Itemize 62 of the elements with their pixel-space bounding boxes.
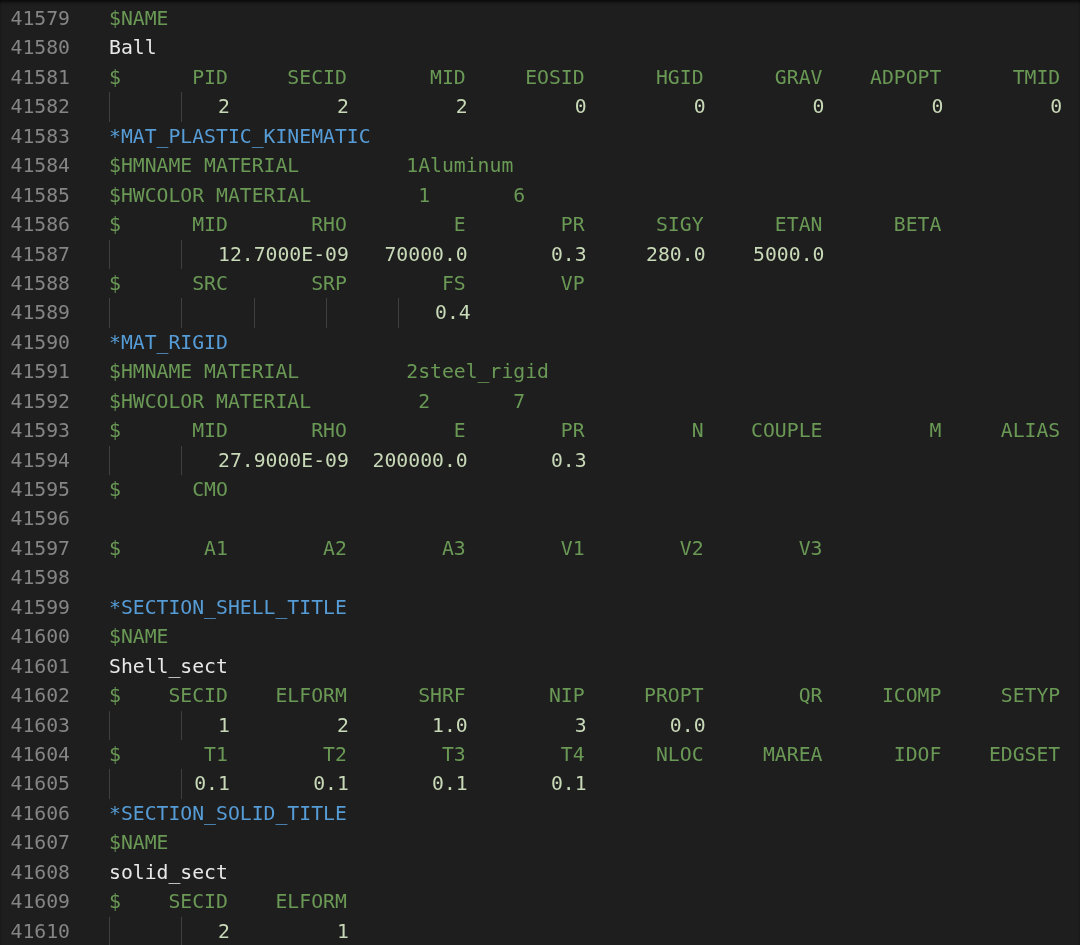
code-text: solid_sect (109, 859, 228, 886)
line-number: 41596 (9, 506, 70, 533)
code-comment: $ SECID ELFORM SHRF NIP PROPT QR ICOMP SETYP (109, 683, 1061, 710)
line-number: 41588 (9, 270, 70, 297)
code-comment: $HMNAME MATERIAL 2steel_rigid (109, 359, 549, 386)
code-values: 0.1 0.1 0.1 0.1 (194, 771, 587, 798)
line-number: 41591 (9, 359, 70, 386)
code-comment: $HWCOLOR MATERIAL 1 6 (109, 182, 526, 209)
code-comment: $ SRC SRP FS VP (109, 270, 585, 297)
code-values: 0.4 (435, 300, 471, 327)
line-number: 41582 (9, 94, 70, 121)
line-number: 41587 (9, 241, 70, 268)
line-number: 41609 (9, 889, 70, 916)
line-number: 41589 (9, 300, 70, 327)
code-keyword: *SECTION_SHELL_TITLE (109, 594, 347, 621)
line-number: 41594 (9, 447, 70, 474)
code-comment: $NAME (109, 830, 169, 857)
line-number: 41598 (9, 565, 70, 592)
code-comment: $HMNAME MATERIAL 1Aluminum (109, 153, 514, 180)
line-number: 41600 (9, 624, 70, 651)
line-number: 41606 (9, 800, 70, 827)
code-keyword: *MAT_RIGID (109, 329, 228, 356)
line-number: 41590 (9, 329, 70, 356)
code-comment: $ SECID ELFORM (109, 889, 347, 916)
line-number: 41608 (9, 859, 70, 886)
line-number: 41604 (9, 741, 70, 768)
line-number: 41603 (9, 712, 70, 739)
code-comment: $ MID RHO E PR SIGY ETAN BETA (109, 212, 942, 239)
line-number: 41607 (9, 830, 70, 857)
line-number: 41584 (9, 153, 70, 180)
code-keyword: *SECTION_SOLID_TITLE (109, 800, 347, 827)
code-comment: $ A1 A2 A3 V1 V2 V3 (109, 535, 823, 562)
line-number: 41599 (9, 594, 70, 621)
code-values: 27.9000E-09 200000.0 0.3 (218, 447, 587, 474)
code-comment: $NAME (109, 624, 169, 651)
line-number: 41585 (9, 182, 70, 209)
code-comment: $ MID RHO E PR N COUPLE M ALIAS (109, 418, 1061, 445)
code-comment: $NAME (109, 6, 169, 32)
line-number: 41597 (9, 535, 70, 562)
code-keyword: *MAT_PLASTIC_KINEMATIC (109, 123, 371, 150)
line-number: 41595 (9, 477, 70, 503)
code-values: 2 1 (218, 918, 349, 945)
line-number: 41583 (9, 123, 70, 150)
code-comment: $ PID SECID MID EOSID HGID GRAV ADPOPT TMID (109, 64, 1061, 91)
line-number: 41605 (9, 771, 70, 798)
code-values: 2 2 2 0 0 0 0 0 (218, 94, 1063, 121)
line-number: 41602 (9, 683, 70, 710)
line-number: 41586 (9, 212, 70, 239)
code-comment: $ T1 T2 T3 T4 NLOC MAREA IDOF EDGSET (109, 741, 1061, 768)
line-number: 41579 (9, 6, 70, 32)
code-values: 1 2 1.0 3 0.0 (218, 712, 706, 739)
line-number: 41581 (9, 64, 70, 91)
line-number: 41580 (9, 35, 70, 62)
line-number: 41593 (9, 418, 70, 445)
line-number: 41601 (9, 653, 70, 680)
code-comment: $ CMO (109, 477, 228, 503)
code-text: Ball (109, 35, 157, 62)
line-number: 41592 (9, 388, 70, 415)
code-values: 12.7000E-09 70000.0 0.3 280.0 5000.0 (218, 241, 825, 268)
line-number: 41610 (9, 918, 70, 945)
code-text: Shell_sect (109, 653, 228, 680)
code-comment: $HWCOLOR MATERIAL 2 7 (109, 388, 526, 415)
